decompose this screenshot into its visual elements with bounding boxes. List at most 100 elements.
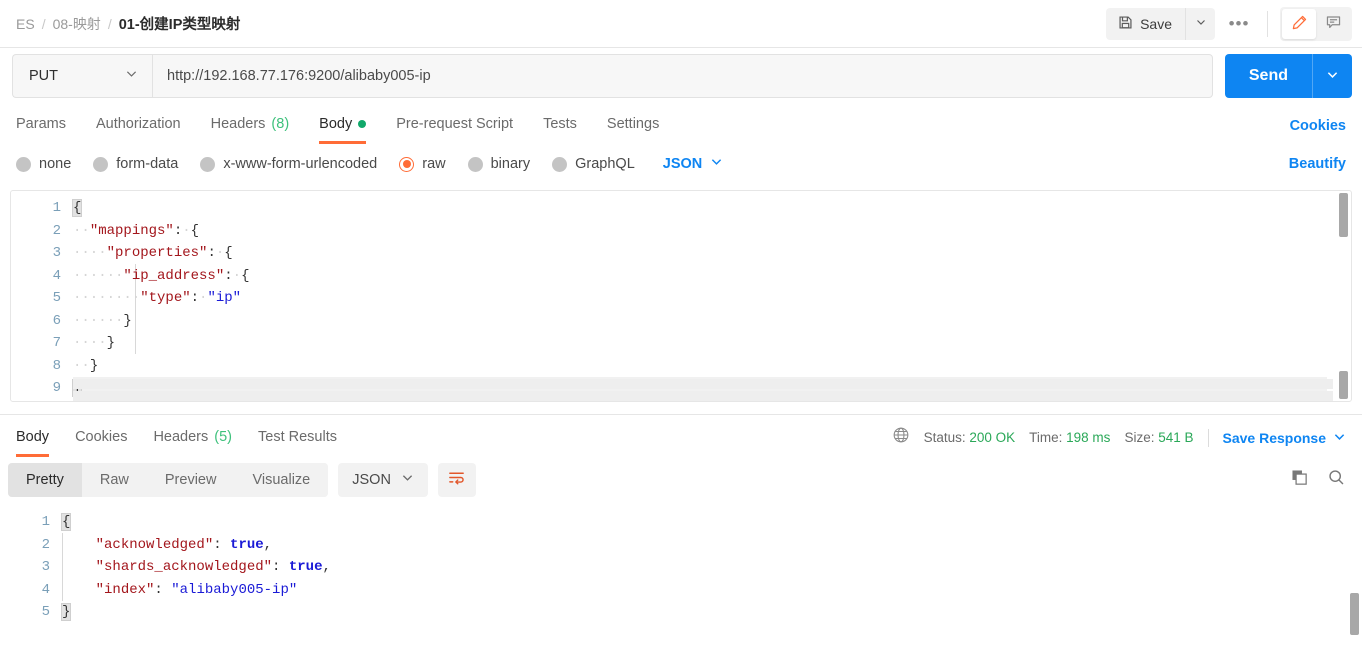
code-line[interactable]: "shards_acknowledged": true, (62, 556, 1338, 579)
tab-tests[interactable]: Tests (543, 116, 577, 144)
cookies-link[interactable]: Cookies (1290, 118, 1346, 134)
tab-pre-request-script[interactable]: Pre-request Script (396, 116, 513, 144)
response-format-select[interactable]: JSON (338, 463, 428, 497)
more-actions-button[interactable]: ••• (1221, 8, 1257, 40)
request-url-value: http://192.168.77.176:9200/alibaby005-ip (167, 68, 431, 84)
tab-authorization[interactable]: Authorization (96, 116, 181, 144)
code-line[interactable]: { (60, 511, 1338, 534)
code-line[interactable]: ········"type":·"ip" (73, 287, 1327, 310)
response-tab-headers-label: Headers (153, 429, 209, 445)
view-mode-preview[interactable]: Preview (146, 463, 235, 497)
send-options-dropdown[interactable] (1312, 54, 1352, 98)
view-mode-visualize[interactable]: Visualize (234, 463, 329, 497)
body-type-graphql[interactable]: GraphQL (552, 156, 635, 172)
request-editor-gutter: 1 2 3 4 5 6 7 8 9 (11, 197, 73, 400)
code-token: · (215, 245, 225, 261)
view-mode-raw[interactable]: Raw (81, 463, 147, 497)
response-editor-code[interactable]: { "acknowledged": true, "shards_acknowle… (60, 511, 1338, 624)
tab-headers-count: (8) (271, 116, 290, 132)
beautify-link[interactable]: Beautify (1289, 156, 1346, 172)
chevron-down-icon (125, 67, 138, 85)
save-response-button[interactable]: Save Response (1223, 430, 1347, 446)
code-line[interactable]: "index": "alibaby005-ip" (62, 579, 1338, 602)
code-line[interactable]: "acknowledged": true, (62, 534, 1338, 557)
body-type-raw[interactable]: raw (399, 156, 446, 172)
request-editor-code[interactable]: {··"mappings":·{····"properties":·{·····… (71, 197, 1327, 400)
save-response-label: Save Response (1222, 429, 1327, 446)
response-tab-test-results-label: Test Results (258, 429, 337, 445)
breadcrumb-separator: / (41, 15, 46, 32)
response-editor-scrollbar-thumb[interactable] (1350, 593, 1359, 635)
response-tabs-row: Body Cookies Headers (5) Test Results St… (0, 415, 1362, 457)
tab-body[interactable]: Body (319, 116, 367, 144)
request-url-input[interactable]: http://192.168.77.176:9200/alibaby005-ip (152, 54, 1213, 98)
status-label: Status: (923, 430, 966, 445)
code-line[interactable]: ··} (73, 355, 1327, 378)
code-line[interactable]: { (71, 197, 1327, 220)
body-type-urlencoded[interactable]: x-www-form-urlencoded (200, 156, 377, 172)
copy-icon[interactable] (1290, 468, 1309, 492)
body-type-graphql-label: GraphQL (575, 156, 635, 172)
breadcrumb: ES / 08-映射 / 01-创建IP类型映射 (16, 13, 240, 34)
response-editor-scrollbar-track[interactable] (1348, 505, 1359, 635)
code-token: true (230, 536, 264, 553)
request-editor-scrollbar-thumb[interactable] (1339, 193, 1348, 237)
response-body-editor[interactable]: 1 2 3 4 5 { "acknowledged": true, "shards_ac… (0, 505, 1362, 635)
body-type-none[interactable]: none (16, 156, 71, 172)
comment-icon (1325, 14, 1342, 34)
code-line[interactable]: ··"mappings":·{ (73, 220, 1327, 243)
request-editor-scrollbar-track[interactable] (1337, 191, 1348, 401)
code-token: · (182, 222, 191, 239)
save-options-dropdown[interactable] (1185, 7, 1215, 40)
line-number: 3 (52, 245, 61, 261)
code-token: } (123, 312, 132, 329)
line-number: 7 (52, 335, 61, 351)
body-type-binary-label: binary (490, 156, 531, 172)
response-time: Time: 198 ms (1029, 430, 1110, 445)
edit-pencil-button[interactable] (1282, 8, 1316, 39)
raw-format-select[interactable]: JSON (663, 155, 724, 173)
code-token: "index" (95, 581, 155, 598)
request-editor-scrollbar-thumb-bottom[interactable] (1339, 371, 1348, 399)
code-line[interactable]: ······} (73, 310, 1327, 333)
comments-button[interactable] (1316, 9, 1350, 39)
line-number: 1 (52, 200, 61, 216)
line-number: 6 (52, 312, 61, 329)
code-token: ······ (73, 267, 124, 284)
code-token: } (60, 603, 72, 621)
response-tab-cookies[interactable]: Cookies (75, 429, 127, 457)
tab-headers[interactable]: Headers (8) (211, 116, 290, 144)
line-number: 2 (41, 536, 50, 553)
request-body-editor[interactable]: 123456789 {··"mappings":·{····"propertie… (10, 190, 1352, 402)
word-wrap-toggle[interactable] (437, 463, 476, 497)
response-editor-gutter: 1 2 3 4 5 (0, 511, 62, 624)
line-number: 1 (41, 514, 50, 530)
code-line[interactable]: ····"properties":·{ (73, 242, 1327, 265)
response-tab-test-results[interactable]: Test Results (258, 429, 337, 457)
word-wrap-icon (447, 468, 466, 492)
breadcrumb-root[interactable]: ES (16, 16, 35, 32)
save-button[interactable]: Save (1106, 7, 1185, 40)
response-tab-body[interactable]: Body (16, 429, 50, 457)
code-line[interactable]: ······"ip_address":·{ (73, 265, 1327, 288)
breadcrumb-folder[interactable]: 08-映射 (53, 14, 101, 34)
view-mode-pretty[interactable]: Pretty (8, 463, 82, 497)
body-type-row: none form-data x-www-form-urlencoded raw… (0, 144, 1362, 186)
tab-pre-request-script-label: Pre-request Script (396, 116, 514, 132)
tab-settings[interactable]: Settings (607, 116, 659, 144)
body-type-binary[interactable]: binary (467, 156, 531, 172)
radio-icon (552, 156, 568, 172)
code-line[interactable]: } (60, 601, 1338, 624)
request-editor-hscroll-top (73, 379, 1333, 389)
line-number: 5 (41, 604, 50, 620)
search-icon[interactable] (1327, 468, 1346, 492)
tab-params[interactable]: Params (16, 116, 66, 144)
response-toolbar-icons (1290, 468, 1346, 492)
http-method-select[interactable]: PUT (12, 54, 152, 98)
response-tab-headers[interactable]: Headers (5) (153, 429, 232, 457)
body-type-form-data[interactable]: form-data (93, 156, 178, 172)
code-line[interactable]: ····} (73, 332, 1327, 355)
status-value: 200 OK (969, 430, 1016, 445)
send-button[interactable]: Send (1224, 54, 1312, 98)
